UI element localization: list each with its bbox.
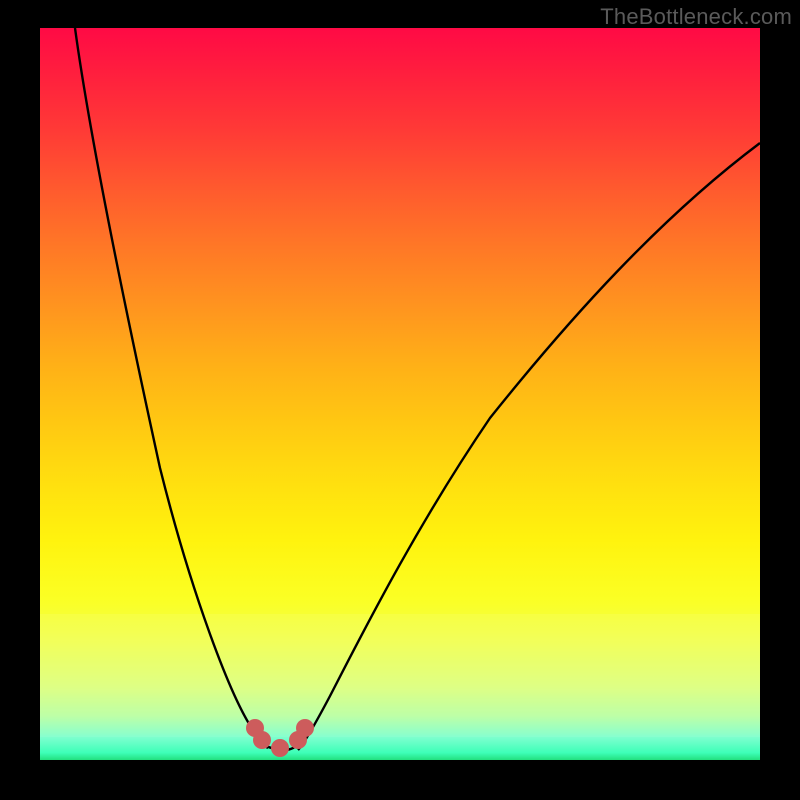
marker-dot xyxy=(253,731,271,749)
bottleneck-curve xyxy=(40,28,760,760)
curve-left-branch xyxy=(75,28,268,748)
marker-dot xyxy=(296,719,314,737)
marker-dot xyxy=(271,739,289,757)
marker-dots xyxy=(246,719,314,757)
watermark-text: TheBottleneck.com xyxy=(600,4,792,30)
gradient-plot-area xyxy=(40,28,760,760)
chart-frame: TheBottleneck.com xyxy=(0,0,800,800)
curve-right-branch xyxy=(298,143,760,750)
